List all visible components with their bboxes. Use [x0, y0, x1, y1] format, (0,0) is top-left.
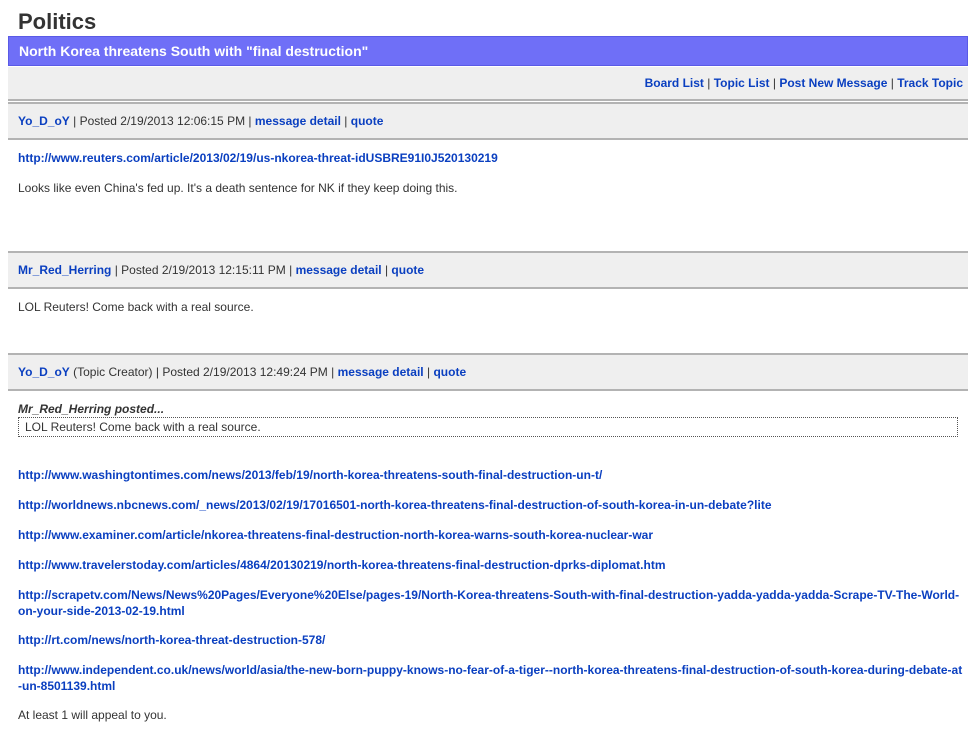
quote-link[interactable]: quote	[391, 263, 424, 277]
message-text: Looks like even China's fed up. It's a d…	[18, 181, 458, 195]
post-timestamp: Posted 2/19/2013 12:49:24 PM	[162, 365, 328, 379]
header-separator: |	[155, 365, 159, 379]
author-link[interactable]: Mr_Red_Herring	[18, 263, 111, 277]
message-text: LOL Reuters! Come back with a real sourc…	[18, 300, 254, 314]
message-link: http://www.independent.co.uk/news/world/…	[18, 662, 963, 694]
quoted-message: Mr_Red_Herring posted... LOL Reuters! Co…	[18, 401, 958, 437]
message-link[interactable]: http://worldnews.nbcnews.com/_news/2013/…	[18, 498, 772, 512]
message-link: http://www.washingtontimes.com/news/2013…	[18, 467, 963, 483]
message-header: Yo_D_oY | Posted 2/19/2013 12:06:15 PM |…	[8, 102, 968, 140]
message-link[interactable]: http://scrapetv.com/News/News%20Pages/Ev…	[18, 588, 959, 618]
nav-separator: |	[772, 76, 776, 90]
message-header: Mr_Red_Herring | Posted 2/19/2013 12:15:…	[8, 251, 968, 289]
header-separator: |	[426, 365, 431, 379]
message-detail-link[interactable]: message detail	[255, 114, 341, 128]
topic-list-link[interactable]: Topic List	[714, 76, 770, 90]
header-separator: |	[344, 114, 348, 128]
message-text: At least 1 will appeal to you.	[18, 708, 167, 722]
quote-author: Mr_Red_Herring posted...	[18, 402, 165, 416]
message-link: http://worldnews.nbcnews.com/_news/2013/…	[18, 497, 963, 513]
post-timestamp: Posted 2/19/2013 12:06:15 PM	[79, 114, 246, 128]
message-link: http://rt.com/news/north-korea-threat-de…	[18, 632, 963, 648]
topic-title: North Korea threatens South with "final …	[19, 43, 369, 59]
quote-link[interactable]: quote	[351, 114, 384, 128]
header-separator: |	[248, 114, 252, 128]
message-link[interactable]: http://www.reuters.com/article/2013/02/1…	[18, 151, 498, 165]
message-detail-link[interactable]: message detail	[296, 263, 382, 277]
nav-separator: |	[890, 76, 894, 90]
board-list-link[interactable]: Board List	[645, 76, 704, 90]
track-topic-link[interactable]: Track Topic	[897, 76, 963, 90]
message-body: http://www.reuters.com/article/2013/02/1…	[18, 150, 963, 196]
post-timestamp: Posted 2/19/2013 12:15:11 PM	[121, 263, 286, 277]
header-separator: |	[384, 263, 389, 277]
quote-text: LOL Reuters! Come back with a real sourc…	[18, 417, 958, 437]
message-link[interactable]: http://rt.com/news/north-korea-threat-de…	[18, 633, 325, 647]
topic-title-bar: North Korea threatens South with "final …	[8, 36, 968, 66]
author-link[interactable]: Yo_D_oY	[18, 365, 70, 379]
message-link: http://www.examiner.com/article/nkorea-t…	[18, 527, 963, 543]
message-body: LOL Reuters! Come back with a real sourc…	[18, 299, 963, 315]
post-new-message-link[interactable]: Post New Message	[779, 76, 887, 90]
board-title: Politics	[18, 9, 97, 34]
header-separator: |	[73, 114, 77, 128]
quote-link[interactable]: quote	[433, 365, 466, 379]
message-link[interactable]: http://www.travelerstoday.com/articles/4…	[18, 558, 666, 572]
message-header: Yo_D_oY (Topic Creator) | Posted 2/19/20…	[8, 353, 968, 391]
author-link[interactable]: Yo_D_oY	[18, 114, 70, 128]
topic-creator-tag: (Topic Creator)	[73, 365, 153, 379]
header-separator: |	[331, 365, 335, 379]
message-link[interactable]: http://www.washingtontimes.com/news/2013…	[18, 468, 602, 482]
message-link: http://www.travelerstoday.com/articles/4…	[18, 557, 963, 573]
message-link: http://scrapetv.com/News/News%20Pages/Ev…	[18, 587, 963, 619]
topic-nav-bar: Board List | Topic List | Post New Messa…	[8, 67, 968, 101]
header-separator: |	[114, 263, 118, 277]
message-link[interactable]: http://www.examiner.com/article/nkorea-t…	[18, 528, 653, 542]
nav-separator: |	[707, 76, 711, 90]
message-link[interactable]: http://www.independent.co.uk/news/world/…	[18, 663, 962, 693]
header-separator: |	[289, 263, 293, 277]
message-detail-link[interactable]: message detail	[338, 365, 424, 379]
